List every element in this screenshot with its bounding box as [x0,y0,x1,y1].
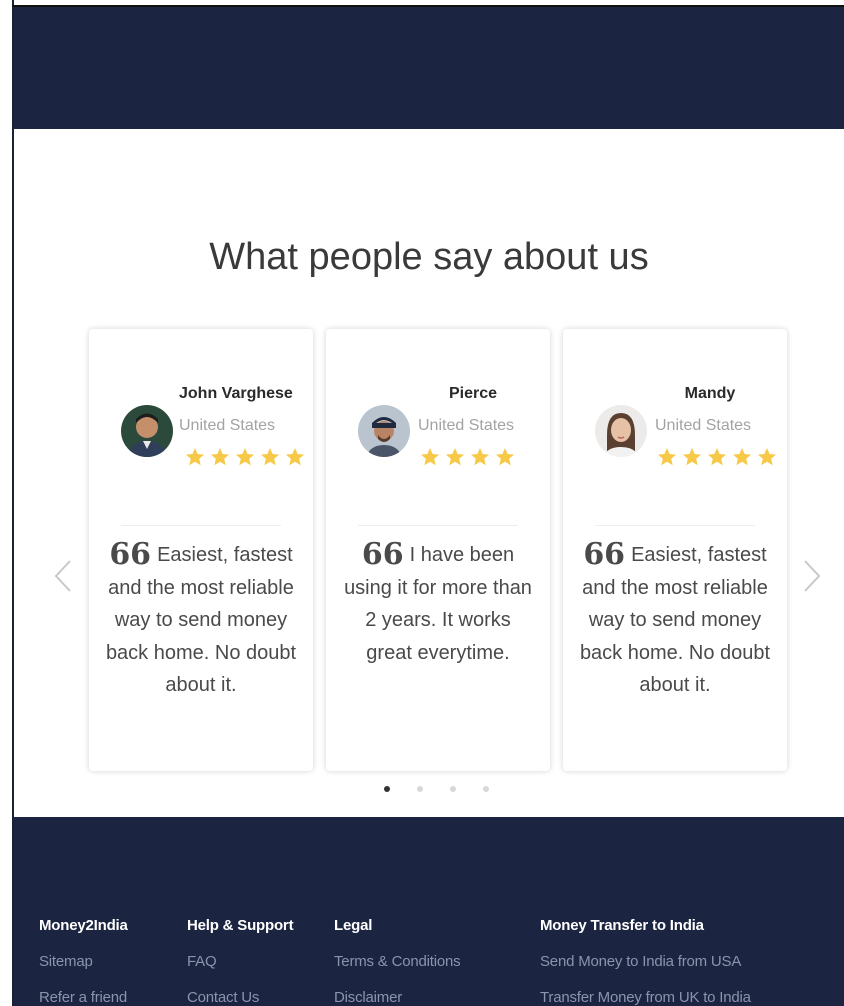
footer-heading: Money2India [39,917,128,934]
rating-stars [657,447,777,469]
star-icon [658,448,676,466]
testimonial-quote: 66 I have been using it for more than 2 y… [340,539,536,669]
quote-icon: 66 [109,537,152,572]
footer-link-refer-a-friend[interactable]: Refer a friend [39,989,128,1006]
carousel-dot[interactable] [483,786,489,792]
footer: Money2India Sitemap Refer a friend Help … [14,817,844,1006]
footer-column-legal: Legal Terms & Conditions Disclaimer [334,917,461,1006]
star-icon [286,448,304,466]
testimonial-quote: 66 Easiest, fastest and the most reliable… [103,539,299,702]
frame-border-top [12,5,844,7]
footer-link-send-money-usa[interactable]: Send Money to India from USA [540,953,751,970]
avatar [358,405,410,457]
top-banner [14,7,844,129]
divider [121,525,281,526]
footer-column-money2india: Money2India Sitemap Refer a friend [39,917,128,1006]
star-icon [683,448,701,466]
avatar [595,405,647,457]
footer-heading: Money Transfer to India [540,917,704,934]
section-title: What people say about us [209,236,649,278]
footer-heading: Help & Support [187,917,294,934]
testimonial-card-pierce: Pierce United States 66 I have been using… [326,329,550,771]
carousel-dot[interactable] [417,786,423,792]
footer-heading: Legal [334,917,373,934]
testimonial-quote: 66 Easiest, fastest and the most reliable… [577,539,773,702]
star-icon [261,448,279,466]
star-icon [186,448,204,466]
footer-link-disclaimer[interactable]: Disclaimer [334,989,460,1006]
star-icon [211,448,229,466]
reviewer-name: Pierce [448,385,498,402]
carousel-dot[interactable] [384,786,390,792]
chevron-left-icon[interactable] [48,556,78,596]
divider [595,525,755,526]
rating-stars [185,447,305,469]
testimonial-card-mandy: Mandy United States 66 Easiest, fastest a… [563,329,787,771]
avatar [121,405,173,457]
reviewer-country: United States [655,417,752,434]
star-icon [496,448,514,466]
reviewer-country: United States [418,417,515,434]
star-icon [471,448,489,466]
reviewer-name: John Varghese [179,385,293,402]
testimonials-carousel: John Varghese United States 66 Easiest, f… [14,320,844,800]
star-icon [733,448,751,466]
star-icon [446,448,464,466]
page: What people say about us John Varghese U… [0,0,844,1006]
footer-column-money-transfer: Money Transfer to India Send Money to In… [540,917,751,1006]
star-icon [421,448,439,466]
footer-link-faq[interactable]: FAQ [187,953,293,970]
quote-icon: 66 [361,537,404,572]
quote-icon: 66 [583,537,626,572]
footer-column-help-support: Help & Support FAQ Contact Us [187,917,294,1006]
chevron-right-icon[interactable] [797,556,827,596]
reviewer-name: Mandy [684,385,736,402]
star-icon [236,448,254,466]
reviewer-country: United States [179,417,276,434]
testimonial-card-john-varghese: John Varghese United States 66 Easiest, f… [89,329,313,771]
rating-stars [420,447,515,469]
footer-link-transfer-money-uk[interactable]: Transfer Money from UK to India [540,989,751,1006]
divider [358,525,518,526]
footer-link-contact-us[interactable]: Contact Us [187,989,293,1006]
star-icon [708,448,726,466]
carousel-dot[interactable] [450,786,456,792]
carousel-pagination [14,786,844,796]
footer-link-terms-conditions[interactable]: Terms & Conditions [334,953,461,970]
star-icon [758,448,776,466]
footer-link-sitemap[interactable]: Sitemap [39,953,128,970]
